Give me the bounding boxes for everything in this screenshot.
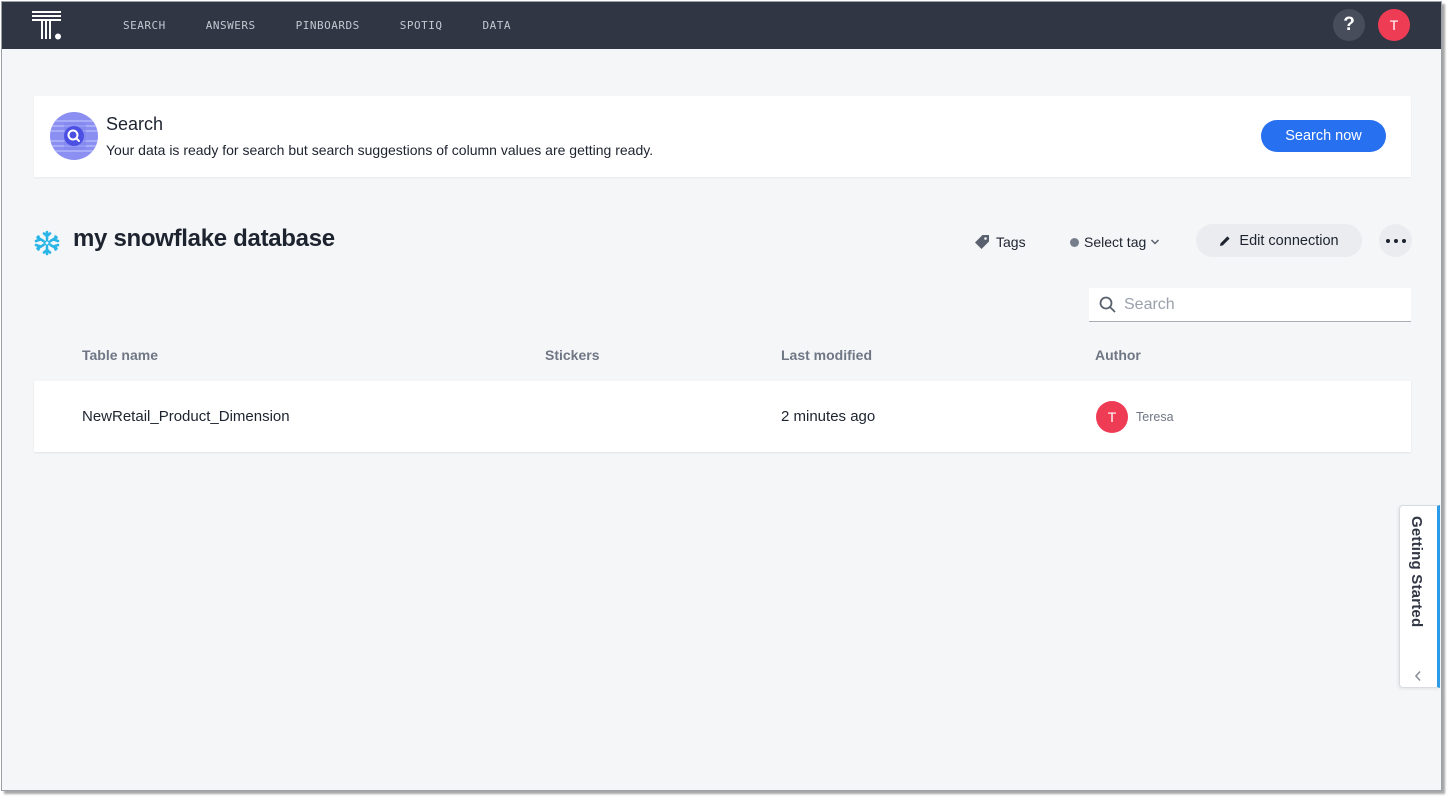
app-window: SEARCH ANSWERS PINBOARDS SPOTIQ DATA ? T (1, 1, 1442, 791)
search-now-button[interactable]: Search now (1261, 120, 1386, 152)
search-ready-banner: Search Your data is ready for search but… (34, 96, 1411, 177)
select-tag-dropdown[interactable]: Select tag (1070, 230, 1160, 254)
banner-title: Search (106, 114, 164, 134)
dot (1393, 238, 1398, 243)
chevron-left-icon[interactable] (1414, 670, 1422, 682)
getting-started-label: Getting Started (1408, 516, 1425, 628)
author-name: Teresa (1136, 410, 1174, 424)
tag-dot-icon (1070, 237, 1079, 247)
column-header-last-modified[interactable]: Last modified (781, 347, 872, 363)
banner-message: Your data is ready for search but search… (106, 142, 654, 158)
column-header-table-name[interactable]: Table name (82, 347, 158, 363)
column-header-author[interactable]: Author (1095, 347, 1141, 363)
search-icon (50, 112, 98, 160)
getting-started-tab[interactable]: Getting Started (1399, 505, 1440, 688)
tag-icon (975, 235, 989, 249)
edit-connection-button[interactable]: Edit connection (1196, 224, 1362, 257)
user-avatar[interactable]: T (1378, 9, 1410, 41)
help-button[interactable]: ? (1333, 9, 1365, 41)
tags-label: Tags (996, 234, 1026, 250)
chevron-down-icon (1151, 239, 1160, 245)
nav-item-search[interactable]: SEARCH (123, 19, 166, 32)
nav-item-pinboards[interactable]: PINBOARDS (296, 19, 360, 32)
nav-item-spotiq[interactable]: SPOTIQ (400, 19, 443, 32)
table-row[interactable]: NewRetail_Product_Dimension 2 minutes ag… (34, 381, 1411, 452)
nav-menu: SEARCH ANSWERS PINBOARDS SPOTIQ DATA (123, 2, 551, 49)
edit-connection-label: Edit connection (1239, 232, 1339, 249)
table-search[interactable] (1089, 288, 1411, 322)
more-horizontal-icon (1385, 238, 1390, 243)
page-title: my snowflake database (73, 225, 335, 252)
nav-item-data[interactable]: DATA (482, 19, 511, 32)
select-tag-label: Select tag (1084, 234, 1147, 250)
search-input[interactable] (1124, 295, 1394, 314)
tags-button[interactable]: Tags (974, 230, 1026, 254)
nav-item-answers[interactable]: ANSWERS (206, 19, 256, 32)
author-avatar: T (1096, 401, 1128, 433)
search-icon (1099, 296, 1116, 313)
thoughtspot-logo-icon[interactable] (32, 11, 64, 41)
pencil-icon (1220, 235, 1231, 246)
top-nav: SEARCH ANSWERS PINBOARDS SPOTIQ DATA ? T (2, 2, 1441, 49)
table-name-cell[interactable]: NewRetail_Product_Dimension (82, 408, 290, 425)
column-header-stickers[interactable]: Stickers (545, 347, 599, 363)
dot (1401, 238, 1406, 243)
last-modified-cell: 2 minutes ago (781, 408, 876, 425)
more-options-button[interactable] (1379, 224, 1412, 257)
snowflake-icon (34, 230, 60, 256)
